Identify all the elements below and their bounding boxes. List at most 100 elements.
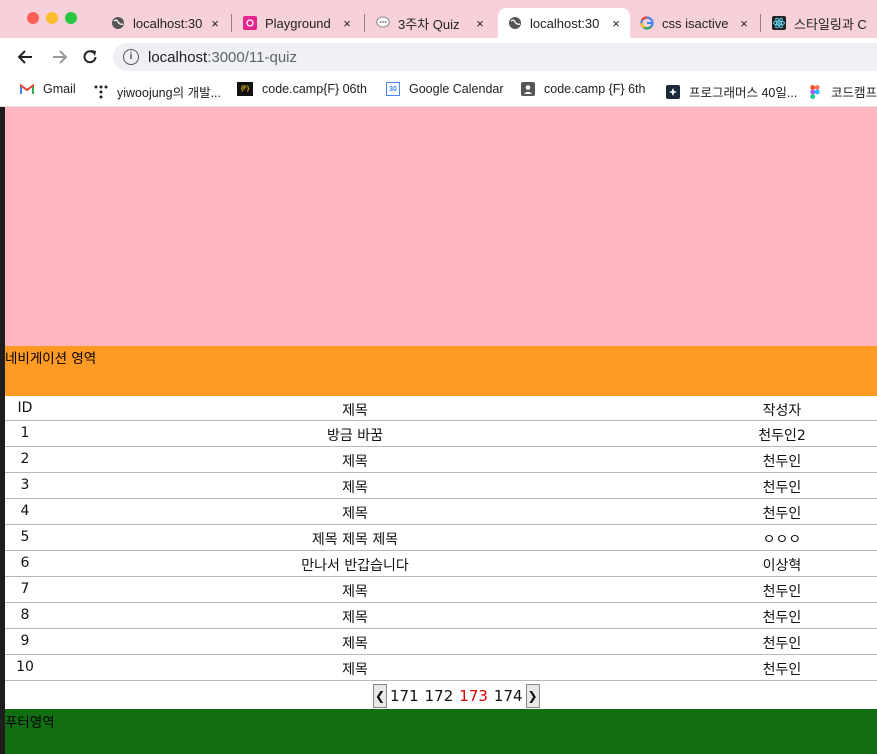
table-row[interactable]: 5 제목 제목 제목 ㅇㅇㅇ bbox=[5, 525, 877, 551]
back-button[interactable] bbox=[16, 47, 36, 67]
tab-close-button[interactable]: × bbox=[736, 16, 752, 31]
cell-title: 제목 bbox=[342, 584, 368, 600]
globe-icon bbox=[111, 16, 125, 30]
cell-title: 제목 bbox=[342, 506, 368, 522]
tab-localhost-1[interactable]: localhost:30 × bbox=[101, 8, 229, 38]
browser-chrome: localhost:30 × Playground × 3주차 Quiz × l… bbox=[0, 0, 877, 107]
bookmark-codecamp-6th[interactable]: code.camp {F} 6th bbox=[521, 82, 645, 96]
browser-toolbar: i localhost:3000/11-quiz bbox=[0, 38, 877, 76]
reload-icon bbox=[83, 50, 97, 64]
cell-title: 제목 제목 제목 bbox=[311, 532, 399, 548]
arrow-left-icon bbox=[17, 50, 32, 64]
bookmark-google-calendar[interactable]: 30 Google Calendar bbox=[386, 82, 504, 96]
site-info-icon[interactable]: i bbox=[123, 49, 139, 65]
cell-writer: 천두인2 bbox=[758, 428, 806, 444]
page-number-174[interactable]: 174 bbox=[494, 687, 523, 705]
arrow-right-icon bbox=[53, 50, 68, 64]
pagination: ❮ 171 172 173 174 ❯ bbox=[373, 684, 540, 708]
prev-page-button[interactable]: ❮ bbox=[373, 684, 387, 708]
table-row[interactable]: 3 제목 천두인 bbox=[5, 473, 877, 499]
tab-close-button[interactable]: × bbox=[608, 16, 624, 31]
reload-button[interactable] bbox=[80, 47, 100, 67]
figma-icon bbox=[808, 84, 822, 99]
cell-id: 1 bbox=[20, 425, 30, 441]
tab-divider bbox=[231, 14, 232, 32]
close-window-button[interactable] bbox=[27, 12, 39, 24]
chat-bubble-icon bbox=[376, 16, 390, 30]
minimize-window-button[interactable] bbox=[46, 12, 58, 24]
tab-css-isactive[interactable]: css isactive × bbox=[630, 8, 758, 38]
table-row[interactable]: 2 제목 천두인 bbox=[5, 447, 877, 473]
table-row[interactable]: 6 만나서 반갑습니다 이상혁 bbox=[5, 551, 877, 577]
tab-title: localhost:30 bbox=[133, 15, 203, 31]
cell-writer: 천두인 bbox=[762, 506, 802, 522]
cell-id: 7 bbox=[20, 581, 30, 597]
tab-localhost-active[interactable]: localhost:30 × bbox=[498, 8, 630, 38]
tab-playground[interactable]: Playground × bbox=[233, 8, 361, 38]
table-row[interactable]: 1 방금 바꿈 천두인2 bbox=[5, 421, 877, 447]
page-number-172[interactable]: 172 bbox=[425, 687, 454, 705]
tab-divider bbox=[364, 14, 365, 32]
bookmark-label: code.camp {F} 6th bbox=[544, 82, 646, 96]
tab-title: 스타일링과 C bbox=[794, 16, 867, 32]
page-number-173-active[interactable]: 173 bbox=[459, 687, 488, 705]
cell-writer: 이상혁 bbox=[762, 558, 802, 574]
cell-writer: 천두인 bbox=[762, 454, 802, 470]
bookmark-label: Gmail bbox=[43, 82, 76, 96]
navigation-label: 네비게이션 영역 bbox=[5, 351, 97, 367]
tab-title: 3주차 Quiz bbox=[398, 16, 460, 32]
cell-writer: 천두인 bbox=[762, 662, 802, 678]
tab-title: css isactive bbox=[662, 15, 729, 31]
bookmarks-bar: Gmail yiwoojung의 개발... {F} code.camp{F} … bbox=[0, 76, 877, 107]
globe-icon bbox=[508, 16, 522, 30]
cell-title: 제목 bbox=[342, 610, 368, 626]
bookmark-codecamp-06th[interactable]: {F} code.camp{F} 06th bbox=[237, 82, 367, 96]
cell-title: 제목 bbox=[342, 454, 368, 470]
bookmark-label: 코드캠프 bbox=[831, 86, 877, 100]
gmail-icon bbox=[20, 82, 34, 96]
programmers-icon bbox=[666, 84, 680, 99]
page-viewport: 네비게이션 영역 ID 제목 작성자 1 방금 바꿈 천두인2 2 제목 천두인… bbox=[5, 107, 877, 754]
table-header-row: ID 제목 작성자 bbox=[5, 396, 877, 421]
maximize-window-button[interactable] bbox=[65, 12, 77, 24]
tab-close-button[interactable]: × bbox=[207, 16, 223, 31]
calendar-icon: 30 bbox=[386, 82, 400, 96]
header-id: ID bbox=[17, 400, 33, 416]
bookmark-label: 프로그래머스 40일... bbox=[689, 86, 798, 100]
table-row[interactable]: 8 제목 천두인 bbox=[5, 603, 877, 629]
bookmark-gmail[interactable]: Gmail bbox=[20, 82, 76, 96]
cell-writer: 천두인 bbox=[762, 610, 802, 626]
cell-title: 방금 바꿈 bbox=[327, 428, 383, 444]
table-row[interactable]: 10 제목 천두인 bbox=[5, 655, 877, 681]
cell-writer: 천두인 bbox=[762, 584, 802, 600]
cell-id: 4 bbox=[20, 503, 30, 519]
tab-close-button[interactable]: × bbox=[472, 16, 488, 31]
tab-styling[interactable]: 스타일링과 C bbox=[762, 8, 877, 38]
google-icon bbox=[640, 16, 654, 30]
table-row[interactable]: 4 제목 천두인 bbox=[5, 499, 877, 525]
next-page-button[interactable]: ❯ bbox=[525, 684, 540, 708]
cell-writer: 천두인 bbox=[762, 480, 802, 496]
tab-quiz[interactable]: 3주차 Quiz × bbox=[366, 8, 494, 38]
tab-close-button[interactable]: × bbox=[339, 16, 355, 31]
tab-divider bbox=[760, 14, 761, 32]
address-bar[interactable]: i localhost:3000/11-quiz bbox=[113, 43, 877, 71]
navigation-area: 네비게이션 영역 bbox=[5, 346, 877, 396]
cell-id: 8 bbox=[20, 607, 30, 623]
bookmark-label: yiwoojung의 개발... bbox=[117, 86, 221, 100]
banner-area bbox=[5, 107, 877, 346]
tab-title: Playground bbox=[265, 15, 331, 31]
footer-area: 푸터영역 bbox=[5, 709, 877, 754]
cell-title: 제목 bbox=[342, 636, 368, 652]
page-number-171[interactable]: 171 bbox=[390, 687, 419, 705]
forward-button[interactable] bbox=[49, 47, 69, 67]
contact-icon bbox=[521, 82, 535, 96]
cell-title: 제목 bbox=[342, 480, 368, 496]
bookmark-programmers[interactable]: 프로그래머스 40일... bbox=[666, 82, 797, 101]
cell-id: 9 bbox=[20, 633, 30, 649]
table-row[interactable]: 9 제목 천두인 bbox=[5, 629, 877, 655]
table-row[interactable]: 7 제목 천두인 bbox=[5, 577, 877, 603]
cell-id: 10 bbox=[16, 659, 34, 675]
bookmark-yiwoojung[interactable]: yiwoojung의 개발... bbox=[94, 82, 221, 101]
bookmark-codecamp-kr[interactable]: 코드캠프 bbox=[808, 82, 877, 101]
